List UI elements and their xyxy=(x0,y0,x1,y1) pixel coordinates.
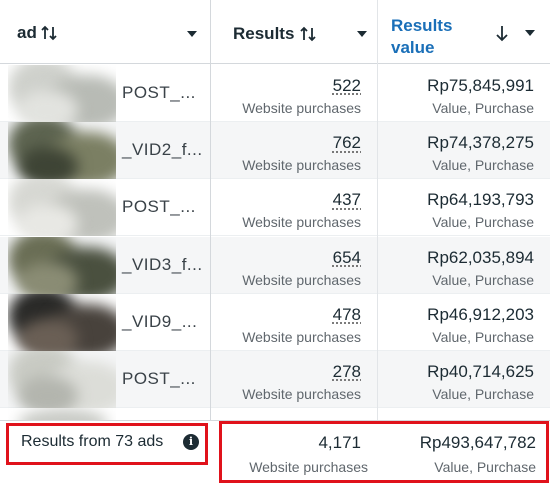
info-icon[interactable]: i xyxy=(183,434,199,450)
results-count[interactable]: 437 xyxy=(333,190,361,210)
ad-name[interactable]: _VID9_... xyxy=(122,312,197,332)
table-row[interactable]: POST_... 437 Website purchases Rp64,193,793… xyxy=(0,179,550,237)
total-results-value: Rp493,647,782 xyxy=(419,433,536,452)
table-row[interactable]: _VID9_... 478 Website purchases Rp46,912,20… xyxy=(0,293,550,351)
ad-name[interactable]: _VID3_f... xyxy=(122,255,203,275)
results-count[interactable]: 654 xyxy=(333,248,361,268)
total-results-value-subtitle: Value, Purchase xyxy=(434,459,536,475)
results-subtitle: Website purchases xyxy=(242,328,361,345)
results-value: Rp74,378,275 xyxy=(427,133,534,153)
table-row[interactable]: POST_... 278 Website purchases Rp40,714,625… xyxy=(0,351,550,408)
column-header-ad[interactable]: ad xyxy=(0,0,210,64)
results-count[interactable]: 278 xyxy=(333,362,361,382)
total-results-subtitle: Website purchases xyxy=(249,459,368,475)
column-header-results-label: Results xyxy=(233,24,295,43)
ads-results-table: ad Results Results value POST_... 522 Webs… xyxy=(0,0,550,503)
arrow-down-icon[interactable] xyxy=(492,23,512,43)
total-results: 4,171 xyxy=(318,433,361,452)
column-header-results-value-label: Results value xyxy=(391,16,453,57)
sort-arrows-icon[interactable] xyxy=(40,23,60,43)
column-divider xyxy=(377,0,378,420)
results-value-subtitle: Value, Purchase xyxy=(432,386,534,402)
column-divider xyxy=(210,0,211,420)
column-header-results[interactable]: Results xyxy=(211,0,377,64)
ad-thumbnail xyxy=(8,293,116,351)
results-subtitle: Website purchases xyxy=(242,214,361,231)
table-row[interactable]: _VID2_f... 762 Website purchases Rp74,378,2… xyxy=(0,122,550,180)
results-value: Rp40,714,625 xyxy=(427,362,534,381)
results-value: Rp64,193,793 xyxy=(427,190,534,210)
caret-down-icon[interactable] xyxy=(357,31,367,37)
caret-down-icon[interactable] xyxy=(525,30,535,36)
results-value-subtitle: Value, Purchase xyxy=(432,100,534,116)
results-value-subtitle: Value, Purchase xyxy=(432,214,534,231)
results-subtitle: Website purchases xyxy=(242,271,361,288)
results-value: Rp62,035,894 xyxy=(427,247,534,267)
sort-arrows-icon[interactable] xyxy=(299,24,319,44)
ad-thumbnail xyxy=(8,351,116,408)
table-row[interactable]: _VID3_f... 654 Website purchases Rp62,035,8… xyxy=(0,236,550,294)
ad-name[interactable]: POST_... xyxy=(122,83,196,103)
ad-name[interactable]: _VID2_f... xyxy=(122,140,203,160)
results-subtitle: Website purchases xyxy=(242,100,361,116)
results-value-subtitle: Value, Purchase xyxy=(432,271,534,288)
results-subtitle: Website purchases xyxy=(242,386,361,402)
results-value-subtitle: Value, Purchase xyxy=(432,157,534,174)
results-count[interactable]: 522 xyxy=(333,76,361,96)
results-value: Rp46,912,203 xyxy=(427,304,534,324)
ad-thumbnail xyxy=(8,236,116,294)
results-value-subtitle: Value, Purchase xyxy=(432,328,534,345)
ad-name[interactable]: POST_... xyxy=(122,369,196,389)
results-summary: Results from 73 ads xyxy=(21,433,164,450)
ad-thumbnail xyxy=(8,65,116,122)
results-value: Rp75,845,991 xyxy=(427,76,534,95)
column-header-ad-label: ad xyxy=(17,23,37,42)
results-count[interactable]: 762 xyxy=(333,133,361,153)
column-header-results-value[interactable]: Results value xyxy=(378,0,550,64)
ad-name[interactable]: POST_... xyxy=(122,197,196,217)
table-row[interactable]: POST_... 522 Website purchases Rp75,845,991… xyxy=(0,65,550,122)
results-count[interactable]: 478 xyxy=(333,305,361,325)
ad-thumbnail xyxy=(8,179,116,237)
caret-down-icon[interactable] xyxy=(187,31,197,37)
results-subtitle: Website purchases xyxy=(242,157,361,174)
ad-thumbnail xyxy=(8,122,116,180)
